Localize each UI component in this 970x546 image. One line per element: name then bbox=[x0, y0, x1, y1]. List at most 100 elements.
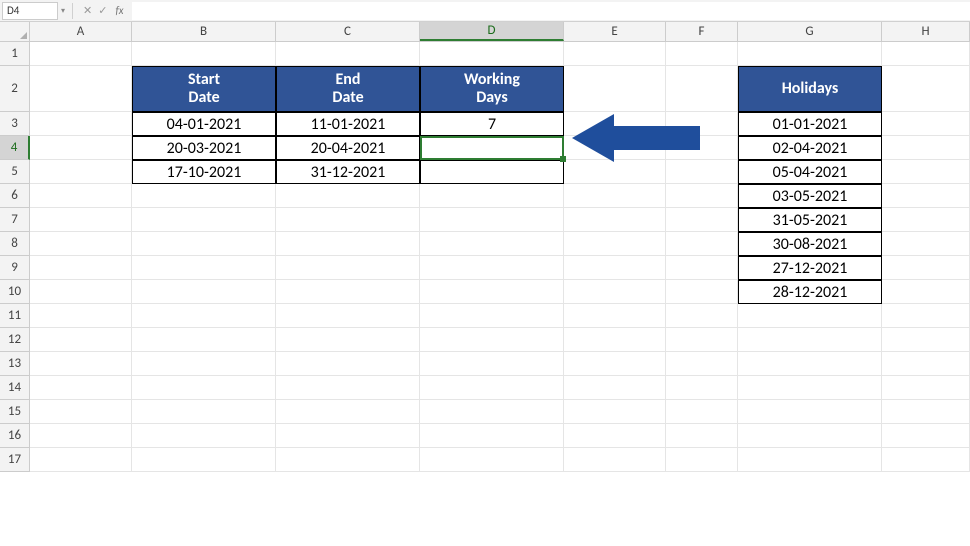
cell-H2[interactable] bbox=[882, 66, 970, 112]
row-header-14[interactable]: 14 bbox=[0, 376, 30, 400]
cell-B2[interactable]: Start Date bbox=[132, 66, 276, 112]
cell-B8[interactable] bbox=[132, 232, 276, 256]
name-box[interactable]: D4 bbox=[2, 2, 58, 20]
cell-H6[interactable] bbox=[882, 184, 970, 208]
cell-G9[interactable]: 27-12-2021 bbox=[738, 256, 882, 280]
cell-A17[interactable] bbox=[30, 448, 132, 472]
cell-H3[interactable] bbox=[882, 112, 970, 136]
col-header-D[interactable]: D bbox=[420, 22, 564, 41]
cell-E16[interactable] bbox=[564, 424, 666, 448]
cell-A5[interactable] bbox=[30, 160, 132, 184]
cell-E6[interactable] bbox=[564, 184, 666, 208]
cell-C2[interactable]: End Date bbox=[276, 66, 420, 112]
cell-C3[interactable]: 11-01-2021 bbox=[276, 112, 420, 136]
select-all-triangle[interactable] bbox=[0, 22, 30, 41]
cell-H11[interactable] bbox=[882, 304, 970, 328]
cell-B14[interactable] bbox=[132, 376, 276, 400]
cell-C8[interactable] bbox=[276, 232, 420, 256]
cell-A9[interactable] bbox=[30, 256, 132, 280]
cell-D9[interactable] bbox=[420, 256, 564, 280]
cell-F11[interactable] bbox=[666, 304, 738, 328]
cell-B1[interactable] bbox=[132, 42, 276, 66]
row-header-12[interactable]: 12 bbox=[0, 328, 30, 352]
cell-E8[interactable] bbox=[564, 232, 666, 256]
cell-H5[interactable] bbox=[882, 160, 970, 184]
cell-A2[interactable] bbox=[30, 66, 132, 112]
cell-F2[interactable] bbox=[666, 66, 738, 112]
cell-A13[interactable] bbox=[30, 352, 132, 376]
cell-C14[interactable] bbox=[276, 376, 420, 400]
cell-F1[interactable] bbox=[666, 42, 738, 66]
cell-C7[interactable] bbox=[276, 208, 420, 232]
cell-E17[interactable] bbox=[564, 448, 666, 472]
cell-H7[interactable] bbox=[882, 208, 970, 232]
cell-C6[interactable] bbox=[276, 184, 420, 208]
cell-E3[interactable] bbox=[564, 112, 666, 136]
row-header-3[interactable]: 3 bbox=[0, 112, 30, 136]
cell-H15[interactable] bbox=[882, 400, 970, 424]
cell-G2[interactable]: Holidays bbox=[738, 66, 882, 112]
fx-icon[interactable]: fx bbox=[113, 4, 125, 17]
cell-A11[interactable] bbox=[30, 304, 132, 328]
cell-G11[interactable] bbox=[738, 304, 882, 328]
cell-G8[interactable]: 30-08-2021 bbox=[738, 232, 882, 256]
cell-H17[interactable] bbox=[882, 448, 970, 472]
row-header-1[interactable]: 1 bbox=[0, 42, 30, 66]
cell-G17[interactable] bbox=[738, 448, 882, 472]
cell-F8[interactable] bbox=[666, 232, 738, 256]
row-header-11[interactable]: 11 bbox=[0, 304, 30, 328]
cell-A12[interactable] bbox=[30, 328, 132, 352]
cell-G12[interactable] bbox=[738, 328, 882, 352]
cell-E13[interactable] bbox=[564, 352, 666, 376]
cell-H14[interactable] bbox=[882, 376, 970, 400]
cell-B9[interactable] bbox=[132, 256, 276, 280]
cell-D16[interactable] bbox=[420, 424, 564, 448]
cell-D15[interactable] bbox=[420, 400, 564, 424]
cell-D17[interactable] bbox=[420, 448, 564, 472]
cell-F3[interactable] bbox=[666, 112, 738, 136]
cell-F5[interactable] bbox=[666, 160, 738, 184]
cell-E5[interactable] bbox=[564, 160, 666, 184]
cell-D10[interactable] bbox=[420, 280, 564, 304]
col-header-B[interactable]: B bbox=[132, 22, 276, 41]
cell-C5[interactable]: 31-12-2021 bbox=[276, 160, 420, 184]
cell-G13[interactable] bbox=[738, 352, 882, 376]
cell-C11[interactable] bbox=[276, 304, 420, 328]
cell-C1[interactable] bbox=[276, 42, 420, 66]
row-header-2[interactable]: 2 bbox=[0, 66, 30, 112]
row-header-15[interactable]: 15 bbox=[0, 400, 30, 424]
row-header-8[interactable]: 8 bbox=[0, 232, 30, 256]
cell-A3[interactable] bbox=[30, 112, 132, 136]
cell-H9[interactable] bbox=[882, 256, 970, 280]
col-header-A[interactable]: A bbox=[30, 22, 132, 41]
row-header-10[interactable]: 10 bbox=[0, 280, 30, 304]
cell-C15[interactable] bbox=[276, 400, 420, 424]
cell-B11[interactable] bbox=[132, 304, 276, 328]
cell-B7[interactable] bbox=[132, 208, 276, 232]
row-header-17[interactable]: 17 bbox=[0, 448, 30, 472]
cell-F9[interactable] bbox=[666, 256, 738, 280]
cell-G3[interactable]: 01-01-2021 bbox=[738, 112, 882, 136]
cell-B6[interactable] bbox=[132, 184, 276, 208]
cell-D1[interactable] bbox=[420, 42, 564, 66]
cell-G15[interactable] bbox=[738, 400, 882, 424]
cancel-icon[interactable]: ✕ bbox=[83, 4, 92, 17]
cell-H12[interactable] bbox=[882, 328, 970, 352]
cell-E12[interactable] bbox=[564, 328, 666, 352]
row-header-13[interactable]: 13 bbox=[0, 352, 30, 376]
cell-G6[interactable]: 03-05-2021 bbox=[738, 184, 882, 208]
cell-H8[interactable] bbox=[882, 232, 970, 256]
cell-A7[interactable] bbox=[30, 208, 132, 232]
cell-F16[interactable] bbox=[666, 424, 738, 448]
cell-C16[interactable] bbox=[276, 424, 420, 448]
cell-G16[interactable] bbox=[738, 424, 882, 448]
cell-F4[interactable] bbox=[666, 136, 738, 160]
row-header-5[interactable]: 5 bbox=[0, 160, 30, 184]
cell-H4[interactable] bbox=[882, 136, 970, 160]
col-header-F[interactable]: F bbox=[666, 22, 738, 41]
cell-E2[interactable] bbox=[564, 66, 666, 112]
cell-A8[interactable] bbox=[30, 232, 132, 256]
cell-E10[interactable] bbox=[564, 280, 666, 304]
cell-H16[interactable] bbox=[882, 424, 970, 448]
cell-B10[interactable] bbox=[132, 280, 276, 304]
